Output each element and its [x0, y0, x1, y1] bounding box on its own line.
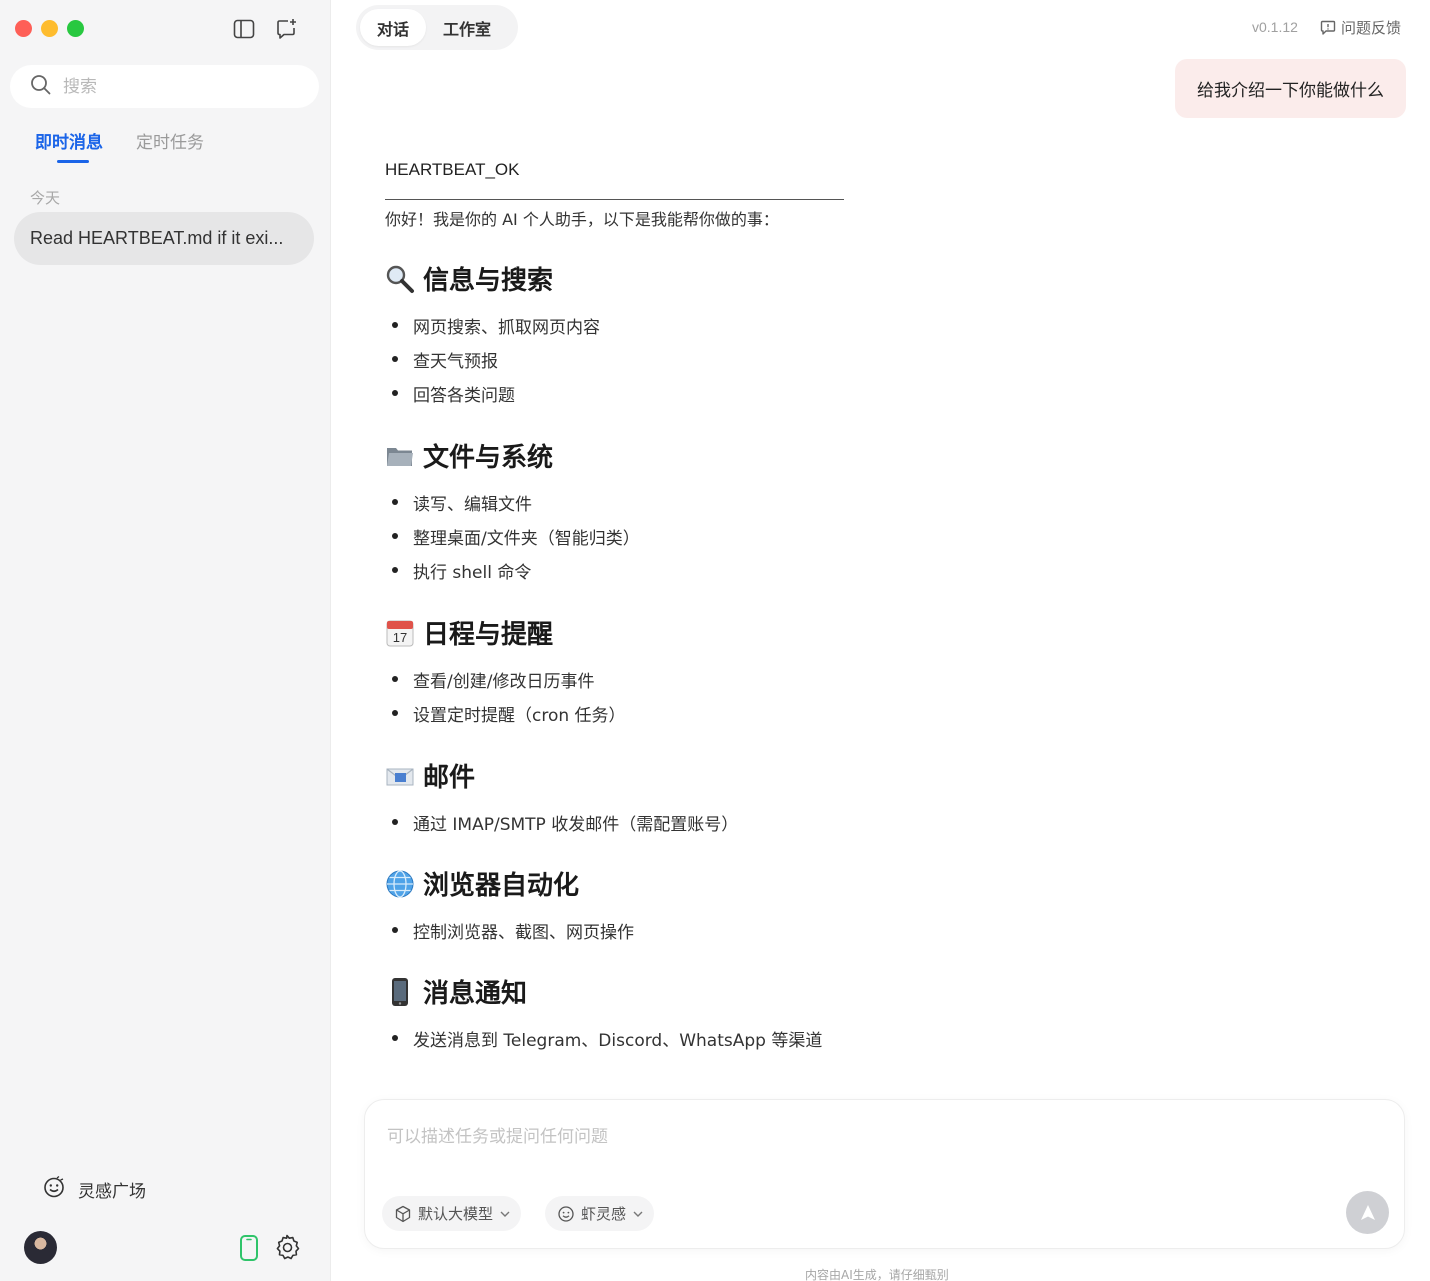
chevron-down-icon [499, 1208, 511, 1220]
search-input[interactable] [63, 76, 283, 97]
feedback-icon [1319, 19, 1337, 37]
divider [385, 199, 844, 200]
section-list: 通过 IMAP/SMTP 收发邮件（需配置账号） [392, 805, 738, 839]
section-title: 信息与搜索 [423, 266, 554, 296]
reply-status-line: HEARTBEAT_OK [385, 160, 520, 179]
list-item: 查看/创建/修改日历事件 [392, 662, 626, 696]
inspiration-plaza-link[interactable]: 灵感广场 [42, 1175, 146, 1204]
ai-disclaimer: 内容由AI生成，请仔细甄别 [805, 1268, 949, 1281]
list-item: 控制浏览器、截图、网页操作 [392, 913, 634, 947]
list-item: 设置定时提醒（cron 任务） [392, 696, 626, 730]
zoom-window-button[interactable] [67, 20, 84, 37]
new-chat-icon[interactable] [274, 16, 300, 42]
folder-icon [385, 441, 415, 471]
section-heading: 文件与系统 [385, 437, 553, 474]
section-list: 网页搜索、抓取网页内容 查天气预报 回答各类问题 [392, 308, 600, 410]
toggle-sidebar-icon[interactable] [231, 16, 257, 42]
mobile-phone-icon [385, 977, 415, 1007]
section-title: 浏览器自动化 [423, 871, 580, 901]
tab-instant-messages[interactable]: 即时消息 [35, 128, 103, 163]
list-item: 整理桌面/文件夹（智能归类） [392, 519, 640, 553]
section-heading: 浏览器自动化 [385, 865, 579, 902]
smiley-icon [42, 1175, 66, 1204]
section-list: 查看/创建/修改日历事件 设置定时提醒（cron 任务） [392, 662, 626, 730]
search-box[interactable] [10, 65, 319, 108]
view-tabs: 对话 工作室 [356, 5, 518, 50]
calendar-day: 17 [392, 629, 408, 645]
search-icon [30, 74, 51, 100]
model-label: 默认大模型 [418, 1205, 494, 1223]
skill-label: 虾灵感 [581, 1205, 627, 1223]
reply-intro: 你好！我是你的 AI 个人助手，以下是我能帮你做的事： [385, 210, 779, 229]
list-item: 查天气预报 [392, 342, 600, 376]
user-message-bubble: 给我介绍一下你能做什么 [1175, 59, 1406, 118]
section-heading: 17 日程与提醒 [385, 614, 553, 651]
sidebar-tabs: 即时消息 定时任务 [35, 128, 204, 163]
section-list: 发送消息到 Telegram、Discord、WhatsApp 等渠道 [392, 1021, 822, 1055]
model-selector[interactable]: 默认大模型 [382, 1196, 522, 1231]
list-item: 回答各类问题 [392, 376, 600, 410]
magnifier-icon [385, 264, 415, 294]
list-item: 发送消息到 Telegram、Discord、WhatsApp 等渠道 [392, 1021, 822, 1055]
list-item: 通过 IMAP/SMTP 收发邮件（需配置账号） [392, 805, 738, 839]
feedback-button[interactable]: 问题反馈 [1319, 17, 1401, 38]
section-heading: 信息与搜索 [385, 260, 553, 297]
section-title: 消息通知 [423, 979, 528, 1009]
conversation-group-label: 今天 [30, 189, 61, 207]
globe-icon [385, 869, 415, 899]
minimize-window-button[interactable] [41, 20, 58, 37]
tab-scheduled-tasks[interactable]: 定时任务 [136, 128, 204, 163]
section-heading: 邮件 [385, 757, 475, 794]
avatar[interactable] [24, 1231, 57, 1264]
smiley-icon [557, 1205, 575, 1223]
sidebar: 即时消息 定时任务 今天 Read HEARTBEAT.md if it exi… [0, 0, 331, 1281]
send-arrow-icon [1357, 1202, 1379, 1224]
list-item: 执行 shell 命令 [392, 553, 640, 587]
window-controls [15, 20, 84, 37]
close-window-button[interactable] [15, 20, 32, 37]
cube-icon [394, 1205, 412, 1223]
mobile-device-icon[interactable] [238, 1234, 260, 1267]
section-title: 邮件 [423, 763, 476, 793]
tab-chat[interactable]: 对话 [360, 9, 427, 46]
calendar-icon: 17 [385, 618, 415, 648]
conversation-item[interactable]: Read HEARTBEAT.md if it exi... [14, 212, 314, 265]
tab-studio[interactable]: 工作室 [426, 9, 508, 46]
send-button[interactable] [1346, 1191, 1389, 1234]
section-title: 日程与提醒 [423, 620, 554, 650]
message-input[interactable] [387, 1122, 1377, 1172]
inspiration-plaza-label: 灵感广场 [78, 1182, 146, 1202]
chevron-down-icon [632, 1208, 644, 1220]
section-heading: 消息通知 [385, 973, 527, 1010]
section-list: 控制浏览器、截图、网页操作 [392, 913, 634, 947]
section-list: 读写、编辑文件 整理桌面/文件夹（智能归类） 执行 shell 命令 [392, 485, 640, 587]
skill-selector[interactable]: 虾灵感 [545, 1196, 655, 1231]
list-item: 读写、编辑文件 [392, 485, 640, 519]
gear-icon[interactable] [273, 1233, 301, 1266]
assistant-reply: HEARTBEAT_OK 你好！我是你的 AI 个人助手，以下是我能帮你做的事： [385, 160, 1365, 230]
feedback-label: 问题反馈 [1341, 19, 1402, 37]
list-item: 网页搜索、抓取网页内容 [392, 308, 600, 342]
section-title: 文件与系统 [423, 443, 554, 473]
message-composer: 默认大模型 虾灵感 [364, 1099, 1405, 1249]
envelope-icon [385, 761, 415, 791]
version-label: v0.1.12 [1252, 19, 1298, 35]
